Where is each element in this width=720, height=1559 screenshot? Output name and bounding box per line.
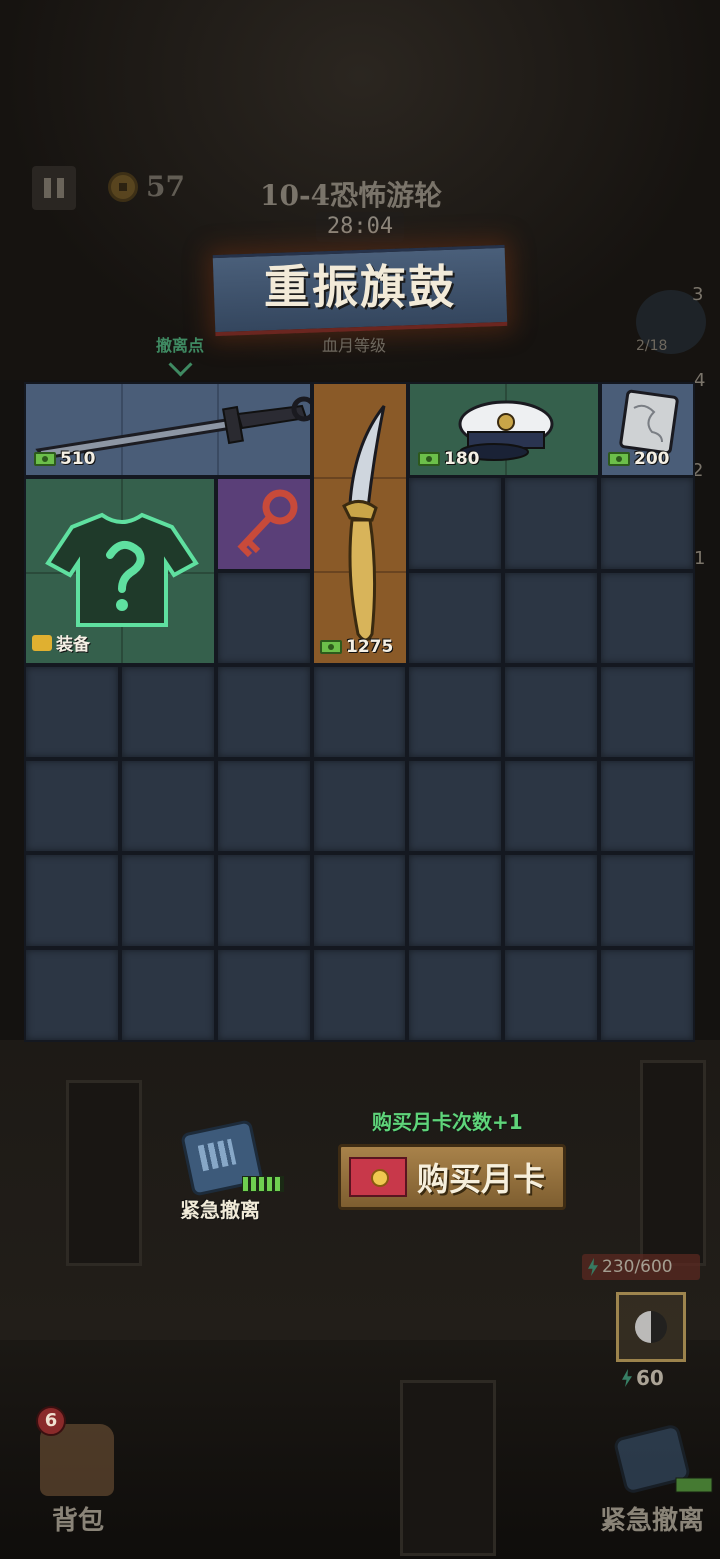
backpack-badge: 6: [36, 1406, 66, 1436]
side-number-4: 4: [694, 370, 706, 391]
price-value: 180: [444, 449, 480, 469]
dagger-icon: [342, 405, 386, 642]
shirt-icon: [32, 634, 52, 651]
grid-cell[interactable]: [599, 947, 696, 1043]
grid-cell[interactable]: [24, 664, 120, 760]
background-door-right: [640, 1060, 706, 1266]
cash-icon: [418, 452, 440, 466]
promo-text: 购买月卡次数+1: [372, 1110, 523, 1134]
inventory-item-silver-token[interactable]: 200: [600, 382, 695, 477]
grid-cell[interactable]: [311, 853, 408, 948]
grid-cell[interactable]: [503, 664, 600, 760]
envelope-icon: [349, 1157, 407, 1197]
item-price: 510: [34, 449, 96, 469]
inventory-item-mystery-shirt[interactable]: 装备: [24, 477, 216, 665]
side-number-1: 1: [694, 548, 706, 569]
stamina-value: 230/600: [602, 1257, 673, 1277]
grid-cell[interactable]: [503, 947, 600, 1043]
grid-cell[interactable]: [503, 570, 600, 665]
skill-cost: 60: [622, 1366, 664, 1390]
grid-cell[interactable]: [407, 947, 504, 1043]
grid-cell[interactable]: [24, 759, 120, 854]
inventory-item-captain-hat[interactable]: 180: [408, 382, 600, 477]
grid-cell[interactable]: [599, 759, 696, 854]
grid-cell[interactable]: [311, 759, 408, 854]
skill-cost-value: 60: [636, 1366, 664, 1390]
item-price: 200: [608, 449, 670, 469]
emergency-evac-button-secondary[interactable]: [606, 1420, 716, 1500]
stage-title: 10-4恐怖游轮: [260, 179, 443, 212]
grid-cell[interactable]: [24, 853, 120, 948]
grid-cell[interactable]: [119, 947, 216, 1043]
backpack-label: 背包: [52, 1506, 105, 1536]
yin-yang-icon: [635, 1311, 667, 1343]
grid-cell[interactable]: [599, 664, 696, 760]
background-door-bottom: [400, 1380, 496, 1556]
emergency-evac-button[interactable]: 紧急撤离: [180, 1110, 284, 1222]
price-value: 1275: [346, 637, 394, 657]
grid-cell[interactable]: [215, 947, 312, 1043]
buy-monthly-card-label: 购买月卡: [417, 1160, 546, 1198]
grid-cell[interactable]: [503, 476, 600, 571]
side-number-3: 3: [692, 284, 704, 305]
bolt-icon: [588, 1258, 598, 1276]
grid-cell[interactable]: [407, 476, 504, 571]
stamina-bar: 230/600: [582, 1254, 700, 1280]
key-icon: [237, 489, 298, 558]
bolt-icon: [622, 1369, 632, 1387]
pause-button[interactable]: [32, 166, 76, 210]
grid-cell[interactable]: [215, 759, 312, 854]
grid-cell[interactable]: [215, 664, 312, 760]
grid-cell[interactable]: [503, 853, 600, 948]
grid-cell[interactable]: [119, 853, 216, 948]
equipment-tag-label: 装备: [56, 635, 90, 655]
grid-cell[interactable]: [24, 947, 120, 1043]
grid-cell[interactable]: [599, 853, 696, 948]
item-price: 1275: [320, 637, 393, 657]
banner-title: 重振旗鼓: [264, 260, 456, 314]
coin-count: 57: [146, 170, 185, 203]
coin-counter: 57: [108, 170, 185, 203]
background-door-left: [66, 1080, 142, 1266]
grid-cell[interactable]: [119, 664, 216, 760]
blood-moon-label: 血月等级: [322, 336, 387, 355]
inventory-item-dagger[interactable]: 1275: [312, 382, 408, 665]
grid-cell[interactable]: [215, 853, 312, 948]
item-price: 180: [418, 449, 480, 469]
cash-icon: [608, 452, 630, 466]
cash-icon: [34, 452, 56, 466]
emergency-evac-label-secondary: 紧急撤离: [600, 1506, 705, 1536]
timer: 28:04: [316, 212, 404, 242]
equipment-tag: 装备: [32, 630, 90, 655]
price-value: 200: [634, 449, 670, 469]
grid-cell[interactable]: [407, 759, 504, 854]
inventory-item-katana[interactable]: 510: [24, 382, 312, 477]
grid-cell[interactable]: [311, 664, 408, 760]
emergency-evac-label: 紧急撤离: [180, 1198, 260, 1222]
grid-cell[interactable]: [119, 759, 216, 854]
energy-bars: [242, 1176, 284, 1192]
grid-cell[interactable]: [215, 570, 312, 665]
skill-button[interactable]: [616, 1292, 686, 1362]
grid-cell[interactable]: [599, 570, 696, 665]
price-value: 510: [60, 449, 96, 469]
grid-cell[interactable]: [407, 570, 504, 665]
cash-icon: [320, 640, 342, 654]
grid-cell[interactable]: [407, 664, 504, 760]
inventory-item-red-key[interactable]: [216, 477, 312, 571]
weapon-count: 2/18: [636, 338, 668, 354]
coin-icon: [108, 171, 138, 202]
grid-cell[interactable]: [599, 476, 696, 571]
grid-cell[interactable]: [407, 853, 504, 948]
phone-icon: [614, 1425, 713, 1493]
grid-cell[interactable]: [503, 759, 600, 854]
buy-monthly-card-button[interactable]: 购买月卡: [338, 1144, 566, 1210]
grid-cell[interactable]: [311, 947, 408, 1043]
